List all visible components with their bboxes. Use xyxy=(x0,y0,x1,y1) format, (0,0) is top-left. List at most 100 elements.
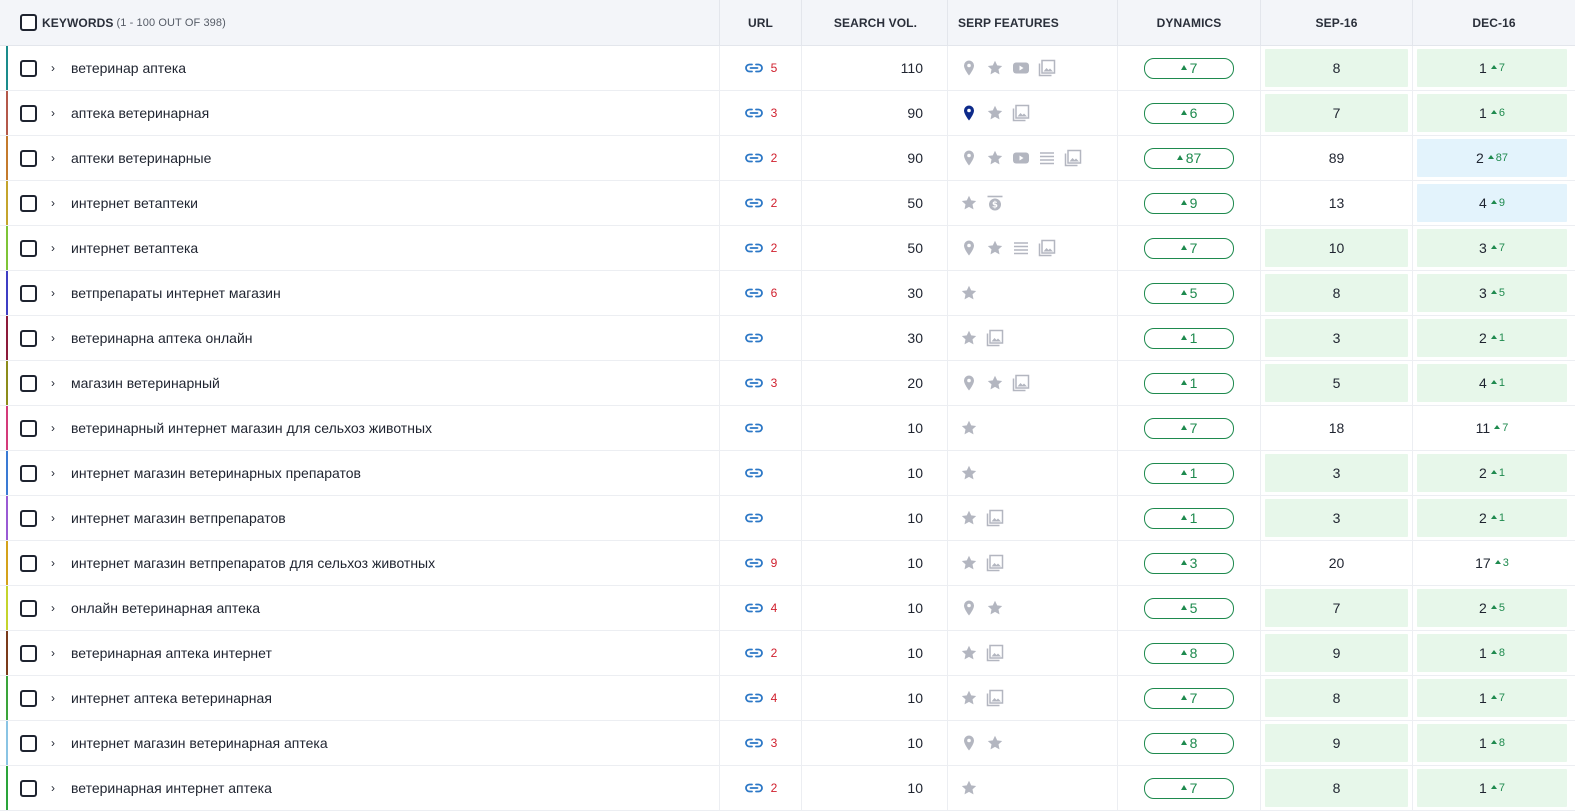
dynamics-badge[interactable]: 87 xyxy=(1144,147,1234,169)
map-pin-icon[interactable] xyxy=(960,374,978,392)
dynamics-badge[interactable]: 6 xyxy=(1144,102,1234,124)
chevron-right-icon[interactable]: › xyxy=(51,646,59,660)
image-gallery-icon[interactable] xyxy=(986,509,1004,527)
url-cell[interactable]: 2 xyxy=(720,631,802,675)
image-gallery-icon[interactable] xyxy=(986,644,1004,662)
url-cell[interactable] xyxy=(720,316,802,360)
dynamics-badge[interactable]: 1 xyxy=(1144,507,1234,529)
row-checkbox[interactable] xyxy=(20,644,37,662)
keyword-text[interactable]: интернет ветаптека xyxy=(71,240,198,256)
chevron-right-icon[interactable]: › xyxy=(51,241,59,255)
link-icon[interactable] xyxy=(744,106,764,120)
ads-dollar-icon[interactable]: $ xyxy=(986,194,1004,212)
link-icon[interactable] xyxy=(744,421,764,435)
url-cell[interactable]: 2 xyxy=(720,226,802,270)
table-row[interactable]: › ветеринарный интернет магазин для сель… xyxy=(0,406,1575,451)
star-icon[interactable] xyxy=(986,104,1004,122)
row-checkbox[interactable] xyxy=(20,194,37,212)
dynamics-badge[interactable]: 3 xyxy=(1144,552,1234,574)
chevron-right-icon[interactable]: › xyxy=(51,151,59,165)
dynamics-column-header[interactable]: DYNAMICS xyxy=(1118,0,1261,45)
chevron-right-icon[interactable]: › xyxy=(51,691,59,705)
sep-16-column-header[interactable]: SEP-16 xyxy=(1261,0,1413,45)
chevron-right-icon[interactable]: › xyxy=(51,421,59,435)
link-icon[interactable] xyxy=(744,736,764,750)
image-gallery-icon[interactable] xyxy=(986,554,1004,572)
url-cell[interactable]: 5 xyxy=(720,46,802,90)
keyword-text[interactable]: интернет магазин ветеринарная аптека xyxy=(71,735,328,751)
row-checkbox[interactable] xyxy=(20,599,37,617)
table-row[interactable]: › онлайн ветеринарная аптека 4 10 5 7 2 … xyxy=(0,586,1575,631)
dynamics-badge[interactable]: 8 xyxy=(1144,732,1234,754)
url-cell[interactable] xyxy=(720,406,802,450)
chevron-right-icon[interactable]: › xyxy=(51,286,59,300)
keyword-text[interactable]: ветеринарный интернет магазин для сельхо… xyxy=(71,420,432,436)
row-checkbox[interactable] xyxy=(20,779,37,797)
map-pin-icon[interactable] xyxy=(960,149,978,167)
map-pin-icon[interactable] xyxy=(960,59,978,77)
table-row[interactable]: › ветпрепараты интернет магазин 6 30 5 8… xyxy=(0,271,1575,316)
star-icon[interactable] xyxy=(960,464,978,482)
url-cell[interactable]: 3 xyxy=(720,721,802,765)
table-row[interactable]: › ветеринарная аптека интернет 2 10 8 9 … xyxy=(0,631,1575,676)
star-icon[interactable] xyxy=(986,59,1004,77)
keyword-text[interactable]: онлайн ветеринарная аптека xyxy=(71,600,260,616)
url-cell[interactable]: 4 xyxy=(720,676,802,720)
row-checkbox[interactable] xyxy=(20,509,37,527)
link-icon[interactable] xyxy=(744,511,764,525)
map-pin-icon[interactable] xyxy=(960,734,978,752)
video-icon[interactable] xyxy=(1012,59,1030,77)
star-icon[interactable] xyxy=(986,149,1004,167)
star-icon[interactable] xyxy=(960,284,978,302)
table-row[interactable]: › ветеринарная интернет аптека 2 10 7 8 … xyxy=(0,766,1575,811)
url-cell[interactable]: 2 xyxy=(720,766,802,810)
row-checkbox[interactable] xyxy=(20,554,37,572)
dynamics-badge[interactable]: 1 xyxy=(1144,327,1234,349)
keyword-text[interactable]: аптеки ветеринарные xyxy=(71,150,211,166)
url-cell[interactable]: 3 xyxy=(720,91,802,135)
video-icon[interactable] xyxy=(1012,149,1030,167)
keyword-text[interactable]: интернет магазин ветпрепаратов xyxy=(71,510,286,526)
chevron-right-icon[interactable]: › xyxy=(51,61,59,75)
keyword-text[interactable]: интернет магазин ветеринарных препаратов xyxy=(71,465,361,481)
chevron-right-icon[interactable]: › xyxy=(51,601,59,615)
url-column-header[interactable]: URL xyxy=(720,0,802,45)
dynamics-badge[interactable]: 5 xyxy=(1144,597,1234,619)
keyword-text[interactable]: интернет ветаптеки xyxy=(71,195,198,211)
chevron-right-icon[interactable]: › xyxy=(51,106,59,120)
row-checkbox[interactable] xyxy=(20,689,37,707)
dynamics-badge[interactable]: 5 xyxy=(1144,282,1234,304)
table-row[interactable]: › ветеринарна аптека онлайн 30 1 3 2 1 xyxy=(0,316,1575,361)
chevron-right-icon[interactable]: › xyxy=(51,196,59,210)
keyword-text[interactable]: ветеринарна аптека онлайн xyxy=(71,330,253,346)
link-icon[interactable] xyxy=(744,646,764,660)
image-gallery-icon[interactable] xyxy=(1038,239,1056,257)
star-icon[interactable] xyxy=(986,374,1004,392)
url-cell[interactable]: 2 xyxy=(720,136,802,180)
star-icon[interactable] xyxy=(960,509,978,527)
row-checkbox[interactable] xyxy=(20,59,37,77)
url-cell[interactable] xyxy=(720,496,802,540)
keyword-text[interactable]: ветеринарная интернет аптека xyxy=(71,780,272,796)
link-icon[interactable] xyxy=(744,331,764,345)
table-row[interactable]: › интернет аптека ветеринарная 4 10 7 8 … xyxy=(0,676,1575,721)
text-lines-icon[interactable] xyxy=(1038,149,1056,167)
url-cell[interactable]: 2 xyxy=(720,181,802,225)
keyword-text[interactable]: аптека ветеринарная xyxy=(71,105,209,121)
star-icon[interactable] xyxy=(960,644,978,662)
image-gallery-icon[interactable] xyxy=(1012,374,1030,392)
dynamics-badge[interactable]: 7 xyxy=(1144,687,1234,709)
image-gallery-icon[interactable] xyxy=(986,329,1004,347)
url-cell[interactable]: 4 xyxy=(720,586,802,630)
link-icon[interactable] xyxy=(744,781,764,795)
dynamics-badge[interactable]: 7 xyxy=(1144,57,1234,79)
dec-16-column-header[interactable]: DEC-16 xyxy=(1413,0,1575,45)
keywords-column-header[interactable]: KEYWORDS (1 - 100 OUT OF 398) xyxy=(0,0,720,45)
serp-features-column-header[interactable]: SERP FEATURES xyxy=(948,0,1118,45)
link-icon[interactable] xyxy=(744,376,764,390)
keyword-text[interactable]: ветпрепараты интернет магазин xyxy=(71,285,281,301)
keyword-text[interactable]: ветеринар аптека xyxy=(71,60,186,76)
keyword-text[interactable]: интернет магазин ветпрепаратов для сельх… xyxy=(71,555,435,571)
map-pin-active-icon[interactable] xyxy=(960,104,978,122)
dynamics-badge[interactable]: 9 xyxy=(1144,192,1234,214)
